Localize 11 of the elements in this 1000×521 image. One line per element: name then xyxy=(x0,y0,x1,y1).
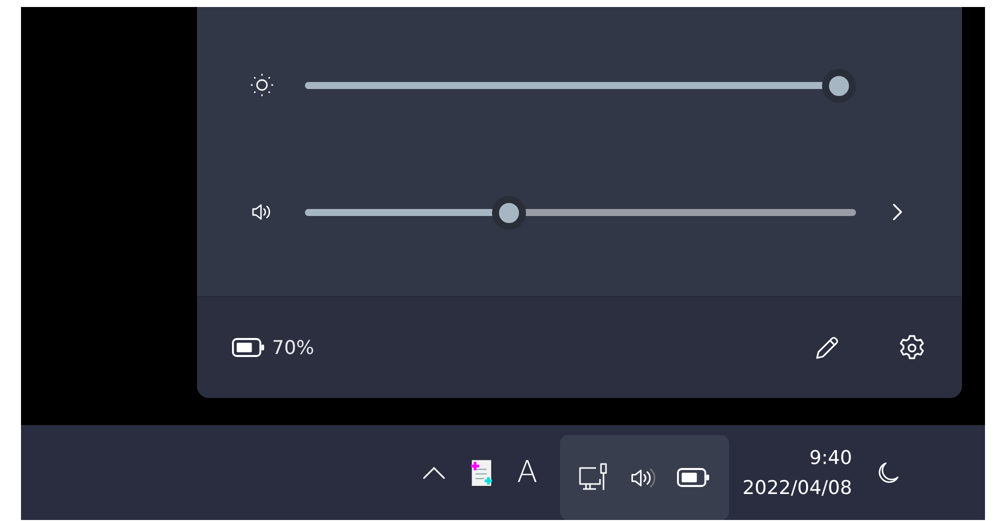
chevron-right-icon[interactable] xyxy=(892,203,903,221)
clock-date[interactable]: 2022/04/08 xyxy=(742,472,852,502)
caret-up-icon[interactable] xyxy=(421,466,447,480)
battery-percentage: 70% xyxy=(272,336,314,358)
clock-time[interactable]: 9:40 xyxy=(809,442,852,472)
notepad-icon[interactable] xyxy=(470,458,494,488)
input-indicator[interactable]: A xyxy=(517,455,538,490)
brightness-icon xyxy=(250,73,274,97)
battery-icon xyxy=(232,337,266,358)
system-tray-button[interactable] xyxy=(560,435,729,520)
battery-icon xyxy=(677,467,712,488)
